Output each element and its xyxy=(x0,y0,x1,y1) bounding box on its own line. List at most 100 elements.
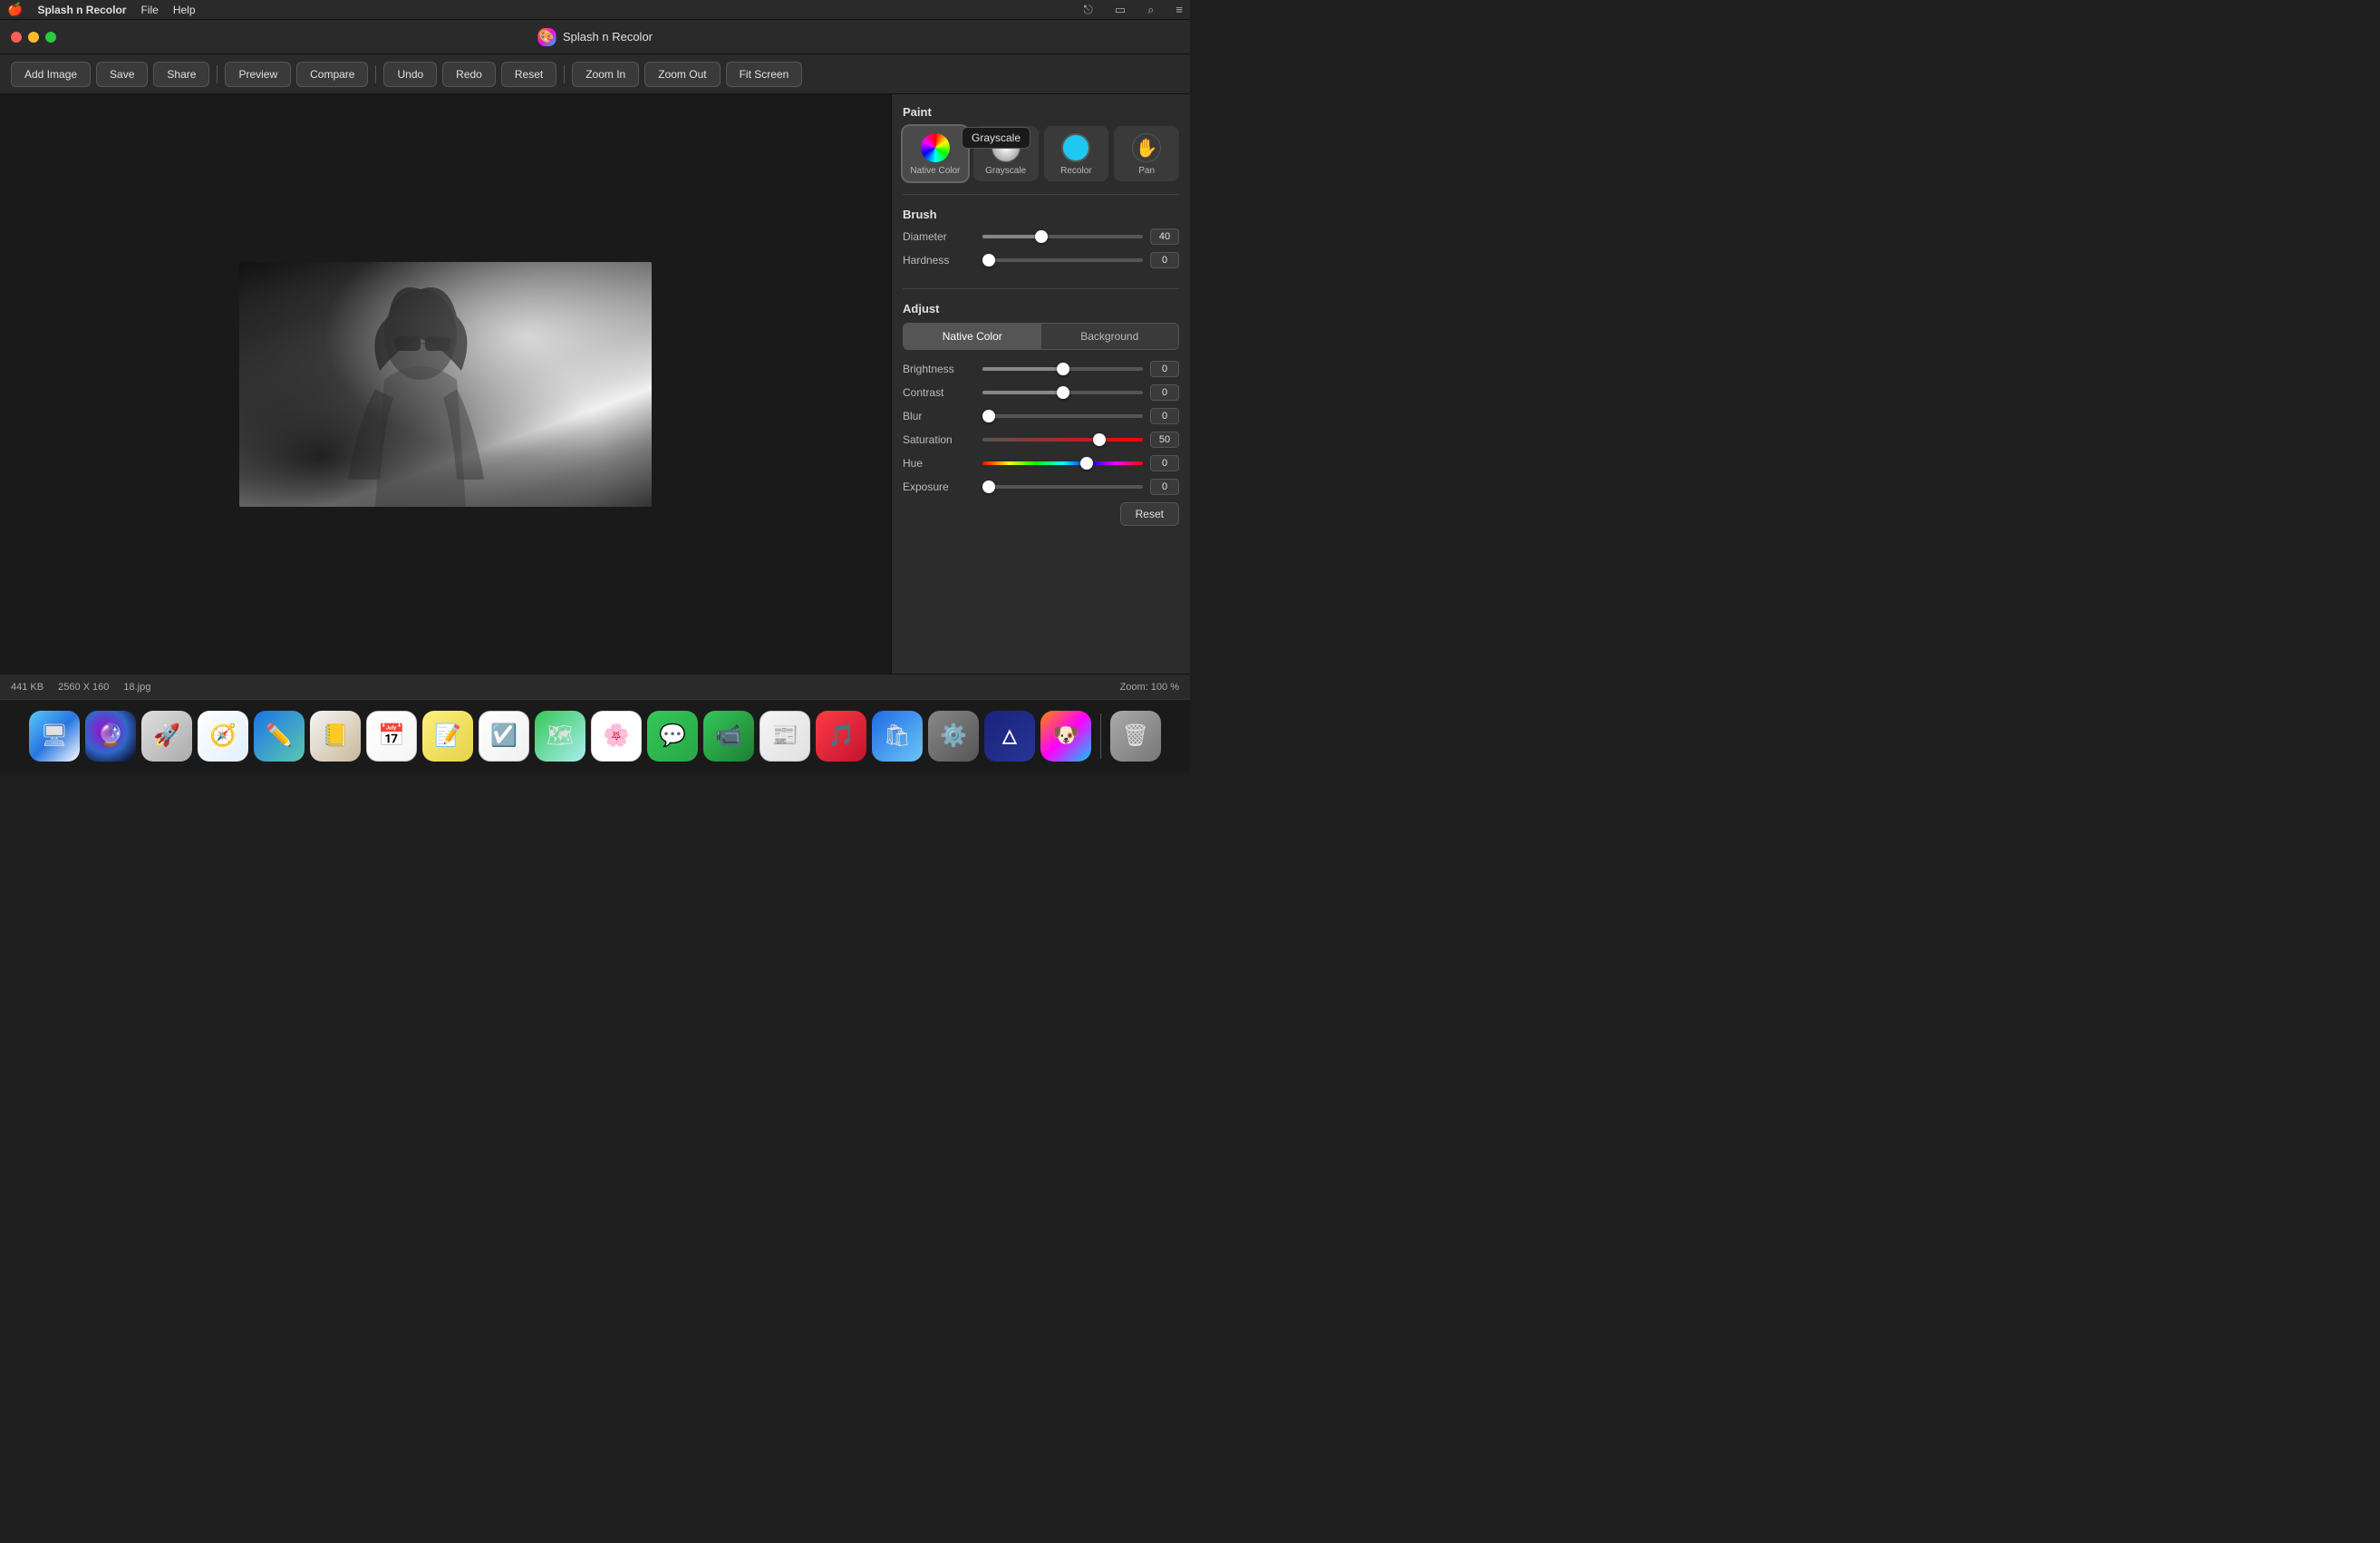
saturation-label: Saturation xyxy=(903,433,975,446)
minimize-button[interactable] xyxy=(28,32,39,43)
dock-syspreferences[interactable]: ⚙️ xyxy=(928,711,979,762)
dock-facetime[interactable]: 📹 xyxy=(703,711,754,762)
add-image-button[interactable]: Add Image xyxy=(11,62,91,87)
diameter-slider[interactable] xyxy=(982,235,1143,238)
fullscreen-button[interactable] xyxy=(45,32,56,43)
preview-button[interactable]: Preview xyxy=(225,62,291,87)
diameter-value: 40 xyxy=(1150,228,1179,245)
saturation-slider[interactable] xyxy=(982,438,1143,442)
trash-icon: 🗑 xyxy=(1122,723,1149,749)
dock-rocketship[interactable]: 🚀 xyxy=(141,711,192,762)
contrast-slider[interactable] xyxy=(982,391,1143,394)
adjust-section: Adjust Native Color Background Brightnes… xyxy=(903,302,1179,526)
contrast-label: Contrast xyxy=(903,386,975,399)
save-button[interactable]: Save xyxy=(96,62,148,87)
blur-label: Blur xyxy=(903,410,975,422)
photo-overlay xyxy=(239,262,652,507)
compare-button[interactable]: Compare xyxy=(296,62,368,87)
dock-pixelmator[interactable]: ✏️ xyxy=(254,711,305,762)
dock: 🖥 🔮 🚀 🧭 ✏️ 📒 📅 📝 ☑️ 🗺 🌸 xyxy=(0,699,1190,772)
zoom-out-button[interactable]: Zoom Out xyxy=(644,62,720,87)
window-title: Splash n Recolor xyxy=(563,30,653,44)
toolbar-divider-3 xyxy=(564,65,565,83)
apple-menu[interactable]: 🍎 xyxy=(7,2,23,17)
blur-thumb[interactable] xyxy=(982,410,995,422)
contrast-value: 0 xyxy=(1150,384,1179,401)
cast-icon[interactable]: ⎋ xyxy=(1084,3,1093,17)
dock-appstore[interactable]: 🛍 xyxy=(872,711,923,762)
menu-app-name[interactable]: Splash n Recolor xyxy=(37,4,126,16)
brightness-slider[interactable] xyxy=(982,367,1143,371)
dock-music[interactable]: 🎵 xyxy=(816,711,866,762)
contrast-thumb[interactable] xyxy=(1057,386,1069,399)
news-icon: 📰 xyxy=(771,723,798,749)
contacts-icon: 📒 xyxy=(322,723,349,749)
menu-file[interactable]: File xyxy=(140,4,158,16)
dock-finder[interactable]: 🖥 xyxy=(29,711,80,762)
dock-altair[interactable]: △ xyxy=(984,711,1035,762)
dock-calendar[interactable]: 📅 xyxy=(366,711,417,762)
dock-photos[interactable]: 🌸 xyxy=(591,711,642,762)
app-container: 🍎 Splash n Recolor File Help ⎋ ▭ ⌕ ≡ 🎨 S… xyxy=(0,0,1190,772)
status-left: 441 KB 2560 X 160 18.jpg xyxy=(11,682,150,693)
dock-notes[interactable]: 📝 xyxy=(422,711,473,762)
blur-row: Blur 0 xyxy=(903,408,1179,424)
native-color-label: Native Color xyxy=(910,166,960,176)
native-color-tab[interactable]: Native Color xyxy=(904,324,1041,349)
search-icon[interactable]: ⌕ xyxy=(1147,3,1154,17)
menu-extras-icon[interactable]: ≡ xyxy=(1175,3,1183,16)
hardness-slider[interactable] xyxy=(982,258,1143,262)
zoom-in-button[interactable]: Zoom In xyxy=(572,62,639,87)
close-button[interactable] xyxy=(11,32,22,43)
native-color-tool[interactable]: Native Color xyxy=(903,126,968,181)
pan-icon: ✋ xyxy=(1132,133,1161,162)
diameter-thumb[interactable] xyxy=(1035,230,1048,243)
diameter-row: Diameter 40 xyxy=(903,228,1179,245)
dock-reminders[interactable]: ☑️ xyxy=(479,711,529,762)
paint-section-title: Paint xyxy=(903,105,1179,119)
undo-button[interactable]: Undo xyxy=(383,62,437,87)
calendar-icon: 📅 xyxy=(378,723,405,749)
hue-label: Hue xyxy=(903,457,975,470)
dock-news[interactable]: 📰 xyxy=(759,711,810,762)
fit-screen-button[interactable]: Fit Screen xyxy=(726,62,803,87)
dock-maps[interactable]: 🗺 xyxy=(535,711,585,762)
exposure-thumb[interactable] xyxy=(982,480,995,493)
brush-section-title: Brush xyxy=(903,208,1179,221)
dock-siri[interactable]: 🔮 xyxy=(85,711,136,762)
siri-icon: 🔮 xyxy=(97,723,124,749)
reset-button[interactable]: Reset xyxy=(501,62,556,87)
saturation-thumb[interactable] xyxy=(1093,433,1106,446)
background-tab[interactable]: Background xyxy=(1041,324,1179,349)
hardness-value: 0 xyxy=(1150,252,1179,268)
brightness-label: Brightness xyxy=(903,363,975,375)
hardness-label: Hardness xyxy=(903,254,975,267)
app-icon: 🎨 xyxy=(537,28,556,46)
share-button[interactable]: Share xyxy=(153,62,209,87)
music-icon: 🎵 xyxy=(827,723,855,749)
recolor-tool[interactable]: Recolor xyxy=(1044,126,1109,181)
screen-icon[interactable]: ▭ xyxy=(1115,3,1126,17)
dock-messages[interactable]: 💬 xyxy=(647,711,698,762)
blur-slider[interactable] xyxy=(982,414,1143,418)
hue-row: Hue 0 xyxy=(903,455,1179,471)
dock-splash[interactable]: 🐶 xyxy=(1040,711,1091,762)
hue-thumb[interactable] xyxy=(1080,457,1093,470)
hardness-thumb[interactable] xyxy=(982,254,995,267)
pan-tool[interactable]: ✋ Pan xyxy=(1114,126,1179,181)
brightness-thumb[interactable] xyxy=(1057,363,1069,375)
recolor-label: Recolor xyxy=(1060,166,1091,176)
menu-help[interactable]: Help xyxy=(173,4,196,16)
adjust-reset-button[interactable]: Reset xyxy=(1120,502,1179,526)
dock-trash[interactable]: 🗑 xyxy=(1110,711,1161,762)
dock-safari[interactable]: 🧭 xyxy=(198,711,248,762)
exposure-label: Exposure xyxy=(903,480,975,493)
dock-contacts[interactable]: 📒 xyxy=(310,711,361,762)
diameter-label: Diameter xyxy=(903,230,975,243)
canvas-wrapper[interactable] xyxy=(0,94,891,674)
redo-button[interactable]: Redo xyxy=(442,62,496,87)
exposure-slider[interactable] xyxy=(982,485,1143,489)
toolbar-divider-1 xyxy=(217,65,218,83)
hue-slider[interactable] xyxy=(982,461,1143,465)
paint-tools-grid: Native Color Grayscale Recolor ✋ xyxy=(903,126,1179,181)
